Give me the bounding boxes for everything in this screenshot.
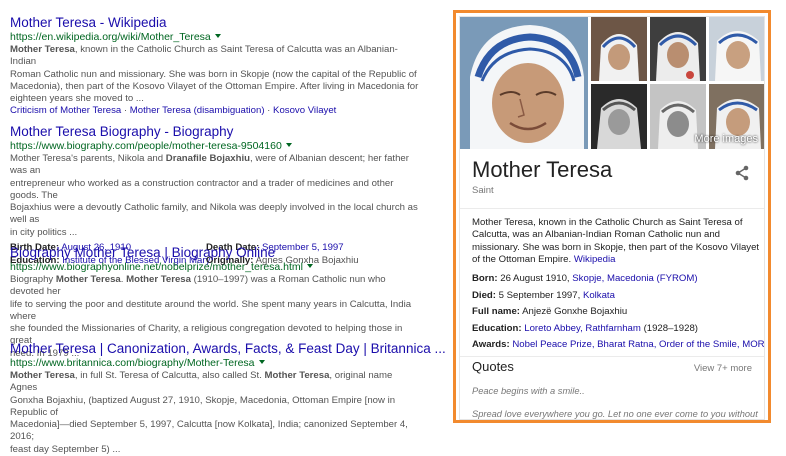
result-snippet: Mother Teresa's parents, Nikola and Dran… (10, 153, 420, 239)
fact-died: Died: 5 September 1997, Kolkata (472, 290, 615, 302)
rathfarnham-link[interactable]: Rathfarnham (585, 323, 640, 334)
award-order-of-smile-link[interactable]: Order of the Smile, (659, 339, 740, 350)
share-icon[interactable] (734, 165, 750, 181)
born-label: Born: (472, 273, 498, 284)
divider (460, 356, 764, 357)
thumbnail-image-3[interactable] (709, 17, 764, 81)
fact-awards: Awards: Nobel Peace Prize, Bharat Ratna,… (472, 339, 764, 351)
portrait-image-main[interactable] (460, 17, 588, 149)
snippet-text: Gonxha Bojaxhiu, (baptized August 27, 19… (10, 394, 396, 418)
snippet-text: eighteen years she moved to ... (10, 93, 144, 105)
snippet-text: Roman Catholic nun and missionary. She w… (10, 68, 417, 80)
result-url: https://en.wikipedia.org/wiki/Mother_Ter… (10, 31, 420, 44)
search-result-4: Mother Teresa | Canonization, Awards, Fa… (10, 340, 446, 456)
entity-title: Mother Teresa (472, 157, 613, 182)
snippet-bold: Mother Teresa (55, 274, 121, 285)
result-url: https://www.britannica.com/biography/Mot… (10, 357, 420, 370)
snippet-text: feast day September 5) ... (10, 443, 121, 455)
snippet-text: Mother Teresa's parents, Nikola and (10, 153, 166, 164)
result-title-link[interactable]: Mother Teresa | Canonization, Awards, Fa… (10, 340, 446, 357)
divider (460, 208, 764, 209)
snippet-bold: Dranafile Bojaxhiu (165, 153, 251, 164)
result-url-text: https://www.britannica.com/biography/Mot… (10, 357, 255, 369)
result-url-text: https://www.biographyonline.net/nobelpri… (10, 261, 303, 273)
snippet-bold: Mother Teresa (10, 370, 75, 381)
award-nobel-link[interactable]: Nobel Peace Prize, (512, 339, 594, 350)
macedonia-link[interactable]: Macedonia (FYROM) (607, 273, 698, 284)
full-name-value: Anjezë Gonxhe Bojaxhiu (522, 306, 628, 317)
description-text: Mother Teresa, known in the Catholic Chu… (472, 217, 760, 266)
view-more-quotes-link[interactable]: View 7+ more (694, 363, 752, 374)
sitelink-criticism[interactable]: Criticism of Mother Teresa (10, 105, 121, 116)
snippet-text: entrepreneur who worked as a constructio… (10, 177, 394, 201)
result-title-link[interactable]: Mother Teresa Biography - Biography (10, 123, 420, 140)
died-value: 5 September 1997, (498, 290, 581, 301)
fact-born: Born: 26 August 1910, Skopje, Macedonia … (472, 273, 698, 285)
quotes-heading: Quotes (472, 359, 514, 374)
snippet-text: life to serving the poor and destitute a… (10, 298, 412, 322)
thumbnail-image-2[interactable] (650, 17, 706, 81)
snippet-text: Macedonia]—died September 5, 1997, Calcu… (10, 419, 408, 443)
result-snippet: Mother Teresa, in full St. Teresa of Cal… (10, 370, 420, 456)
kolkata-link[interactable]: Kolkata (583, 290, 615, 301)
quote-item: Spread love everywhere you go. Let no on… (472, 409, 758, 419)
search-result-1: Mother Teresa - Wikipedia https://en.wik… (10, 14, 420, 118)
result-title-link[interactable]: Mother Teresa - Wikipedia (10, 14, 420, 31)
caret-down-icon[interactable] (307, 264, 313, 268)
snippet-bold: Mother Teresa (10, 44, 75, 55)
thumbnail-image-1[interactable] (591, 17, 647, 81)
result-url-text: https://en.wikipedia.org/wiki/Mother_Ter… (10, 31, 211, 43)
quote-item: Peace begins with a smile.. (472, 386, 585, 396)
result-url: https://www.biography.com/people/mother-… (10, 140, 420, 153)
result-snippet: Mother Teresa, known in the Catholic Chu… (10, 44, 420, 105)
snippet-bold: Mother Teresa (264, 370, 330, 381)
loreto-abbey-link[interactable]: Loreto Abbey, (524, 323, 583, 334)
snippet-text: in city politics ... (10, 226, 78, 238)
entity-subtitle: Saint (472, 185, 494, 196)
skopje-link[interactable]: Skopje, (572, 273, 604, 284)
education-label: Education: (472, 323, 522, 334)
result-url: https://www.biographyonline.net/nobelpri… (10, 261, 420, 274)
snippet-text: , in full St. Teresa of Calcutta, also c… (74, 370, 265, 381)
result-title-link[interactable]: Biography Mother Teresa | Biography Onli… (10, 244, 420, 261)
snippet-text: Macedonia), then part of the Kosovo Vila… (10, 80, 419, 92)
award-bharat-ratna-link[interactable]: Bharat Ratna, (597, 339, 656, 350)
knowledge-panel-highlight: More images Mother Teresa Saint Mother T… (453, 10, 771, 423)
born-value: 26 August 1910, (500, 273, 570, 284)
result-url-text: https://www.biography.com/people/mother-… (10, 140, 282, 152)
snippet-text: Biography (10, 274, 56, 285)
sitelinks: Criticism of Mother Teresa · Mother Tere… (10, 105, 337, 117)
caret-down-icon[interactable] (285, 143, 292, 147)
knowledge-panel: More images Mother Teresa Saint Mother T… (459, 16, 765, 420)
snippet-text: Bojaxhius were a devoutly Catholic famil… (10, 202, 418, 226)
died-label: Died: (472, 290, 496, 301)
fact-education: Education: Loreto Abbey, Rathfarnham (19… (472, 323, 698, 335)
awards-label: Awards: (472, 339, 510, 350)
image-grid: More images (460, 17, 764, 149)
education-years: (1928–1928) (643, 323, 698, 334)
wikipedia-link[interactable]: Wikipedia (574, 254, 616, 265)
entity-description: Mother Teresa, known in the Catholic Chu… (472, 217, 760, 267)
sitelink-disambiguation[interactable]: Mother Teresa (disambiguation) (130, 105, 265, 116)
fact-full-name: Full name: Anjezë Gonxhe Bojaxhiu (472, 306, 627, 318)
caret-down-icon[interactable] (214, 34, 221, 38)
more-images-link[interactable]: More images (694, 133, 758, 145)
caret-down-icon[interactable] (258, 360, 265, 364)
snippet-bold: Mother Teresa (126, 274, 191, 285)
thumbnail-image-4[interactable] (591, 84, 647, 149)
awards-more-link[interactable]: MORE (742, 339, 764, 350)
full-name-label: Full name: (472, 306, 520, 317)
sitelink-kosovo-vilayet[interactable]: Kosovo Vilayet (273, 105, 336, 116)
